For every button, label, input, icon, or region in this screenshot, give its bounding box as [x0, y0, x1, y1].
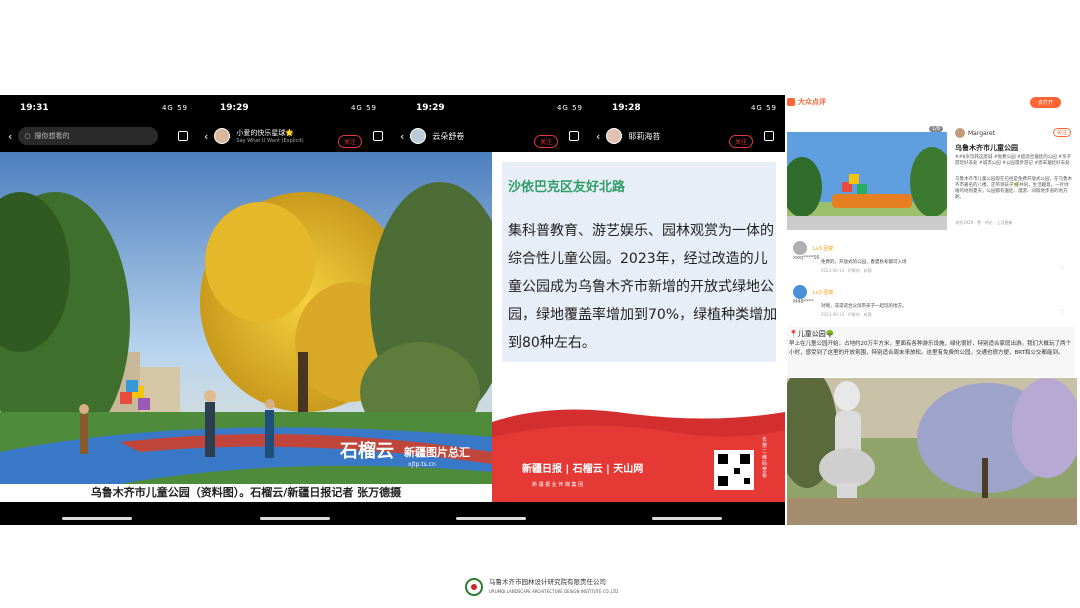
network-indicator: 4G 59	[556, 104, 583, 112]
post-stats: 浏览1920 · 赞 · 评论 · 上月更新	[955, 220, 1013, 225]
status-time: 19:31	[20, 103, 49, 113]
post-tags: ##8岁玩转这座城 #免费公园 #超适合遛娃的公园 #亲子游玩好去处 #城市公园…	[955, 155, 1072, 166]
avatar[interactable]	[410, 128, 427, 144]
company-logo-icon	[465, 578, 483, 596]
post-author: Margaret	[955, 128, 995, 138]
dianping-panel: 大众点评 去打开 1/8 Margaret 关注 乌鲁木齐市儿童公园 ##8岁玩…	[785, 95, 1080, 525]
home-indicator	[652, 517, 722, 520]
section-body: 早上在儿童公园开始，占地约20万平方米，里面有各种游乐设施，绿化很好，特别适合家…	[789, 341, 1072, 356]
comment-text: 免费的，开放式的公园，春夏秋冬都可入场	[821, 260, 907, 265]
red-banner: 新疆日报 | 石榴云 | 天山网 新 疆 报 业 传 媒 集 团	[492, 409, 785, 502]
status-time: 19:29	[416, 103, 445, 113]
banner-brands: 新疆日报 | 石榴云 | 天山网	[522, 462, 643, 475]
follow-button[interactable]: 关注	[534, 135, 559, 148]
photo-caption: 乌鲁木齐市儿童公园（资料图）。石榴云/新疆日报记者 张万德摄	[0, 484, 492, 502]
follow-button[interactable]: 关注	[729, 135, 754, 148]
park-illustration: 石榴云 新疆图片总汇 xjtp.ts.cn	[0, 152, 492, 496]
comment-meta: 2023-06-10 · IP属地：新疆	[821, 312, 872, 317]
banner-sub: 新 疆 报 业 传 媒 集 团	[532, 481, 583, 488]
search-input[interactable]: ○ 搜你想看的	[18, 127, 159, 145]
phone-screenshots-strip: 19:31 4G 59 ‹ ○ 搜你想看的 19:29 4G 59 ‹ 小爱的快…	[0, 95, 785, 525]
statue-photo	[787, 378, 1077, 525]
post-description: 乌鲁木齐市儿童公园现在已经是免费开放式公园，在乌鲁木齐市著名的八楼，还带领孩子🌿…	[955, 177, 1072, 200]
nav-bar-2: ‹ 小爱的快乐星球🌟 Say What U Want (Explicit)	[204, 125, 304, 147]
back-icon[interactable]: ‹	[204, 130, 208, 143]
company-name: 乌鲁木齐市园林设计研究院有限责任公司	[489, 578, 606, 586]
company-footer: 乌鲁木齐市园林设计研究院有限责任公司 URUMQI LANDSCAPE ARCH…	[465, 578, 618, 596]
author-name[interactable]: 云朵舒卷	[432, 131, 464, 142]
avatar[interactable]	[793, 241, 807, 255]
photo-counter: 1/8	[929, 126, 944, 132]
author-name[interactable]: Margaret	[968, 130, 995, 137]
comment-level: Lv3 回复	[813, 245, 834, 252]
comment-item: Lv3 回复 xwq****56 免费的，开放式的公园，春夏秋冬都可入场 202…	[793, 241, 1073, 273]
back-icon[interactable]: ‹	[596, 130, 600, 143]
status-bar-1: 19:31 4G 59	[20, 95, 196, 121]
status-bar-4: 19:28 4G 59	[612, 95, 785, 121]
back-icon[interactable]: ‹	[8, 130, 12, 143]
nav-bar-3: ‹ 云朵舒卷	[400, 125, 464, 147]
comment-text: 对啊，非常适合父母带孩子一起玩的地方。	[821, 304, 907, 309]
home-indicator	[260, 517, 330, 520]
post-title: 乌鲁木齐市儿童公园	[955, 144, 1018, 152]
share-icon[interactable]	[764, 131, 774, 141]
avatar[interactable]	[214, 128, 231, 144]
nav-bar-1: ‹ ○ 搜你想看的	[8, 125, 159, 147]
status-bar-2: 19:29 4G 59	[220, 95, 385, 121]
comment-level: Lv3 回复	[813, 289, 834, 296]
author-name[interactable]: 耶莉海苔	[628, 131, 660, 142]
author-name[interactable]: 小爱的快乐星球🌟	[236, 128, 303, 138]
home-indicator	[456, 517, 526, 520]
network-indicator: 4G 59	[750, 104, 777, 112]
text-card: 沙依巴克区友好北路 集科普教育、游艺娱乐、园林观赏为一体的综合性儿童公园。202…	[502, 162, 778, 362]
avatar[interactable]	[793, 285, 807, 299]
dianping-logo-icon	[787, 98, 795, 106]
watermark-url: xjtp.ts.cn	[408, 461, 436, 468]
app-header: 大众点评	[787, 97, 826, 107]
company-name-en: URUMQI LANDSCAPE ARCHITECTURE DESIGN INS…	[489, 589, 619, 594]
like-icon[interactable]: ♡	[1059, 265, 1064, 272]
qr-label: 长按二维码查看	[762, 437, 768, 479]
nav-bar-4: ‹ 耶莉海苔	[596, 125, 660, 147]
like-icon[interactable]: ♡	[1059, 309, 1064, 316]
note-section: 📍儿童公园🌳 早上在儿童公园开始，占地约20万平方米，里面有各种游乐设施，绿化很…	[787, 327, 1075, 377]
section-title: 📍儿童公园🌳	[789, 330, 835, 338]
comment-meta: 2023-06-10 · IP属地：新疆	[821, 268, 872, 273]
avatar[interactable]	[606, 128, 623, 144]
network-indicator: 4G 59	[350, 104, 377, 112]
follow-button[interactable]: 关注	[338, 135, 363, 148]
status-time: 19:29	[220, 103, 249, 113]
comment-item: Lv3 回复 M48**** 对啊，非常适合父母带孩子一起玩的地方。 2023-…	[793, 285, 1073, 317]
network-indicator: 4G 59	[161, 104, 188, 112]
watermark-channel: 新疆图片总汇	[404, 445, 470, 459]
share-icon[interactable]	[569, 131, 579, 141]
text-card-panel: 沙依巴克区友好北路 集科普教育、游艺娱乐、园林观赏为一体的综合性儿童公园。202…	[492, 152, 785, 502]
open-app-button[interactable]: 去打开	[1030, 97, 1062, 108]
follow-button[interactable]: 关注	[1053, 128, 1072, 137]
status-bar-3: 19:29 4G 59	[416, 95, 591, 121]
back-icon[interactable]: ‹	[400, 130, 404, 143]
app-name: 大众点评	[798, 98, 826, 106]
share-icon[interactable]	[373, 131, 383, 141]
search-icon: ○	[24, 132, 31, 140]
search-placeholder: 搜你想看的	[34, 132, 70, 140]
music-subtitle: Say What U Want (Explicit)	[236, 138, 304, 144]
card-body: 集科普教育、游艺娱乐、园林观赏为一体的综合性儿童公园。2023年，经过改造的儿童…	[508, 223, 778, 351]
park-photo: 石榴云 新疆图片总汇 xjtp.ts.cn	[0, 152, 492, 496]
share-icon[interactable]	[178, 131, 188, 141]
avatar[interactable]	[955, 128, 965, 138]
card-title: 沙依巴克区友好北路	[508, 180, 626, 195]
dianping-photo	[787, 132, 947, 230]
home-indicator	[62, 517, 132, 520]
watermark-brand: 石榴云	[339, 440, 394, 462]
status-time: 19:28	[612, 103, 641, 113]
